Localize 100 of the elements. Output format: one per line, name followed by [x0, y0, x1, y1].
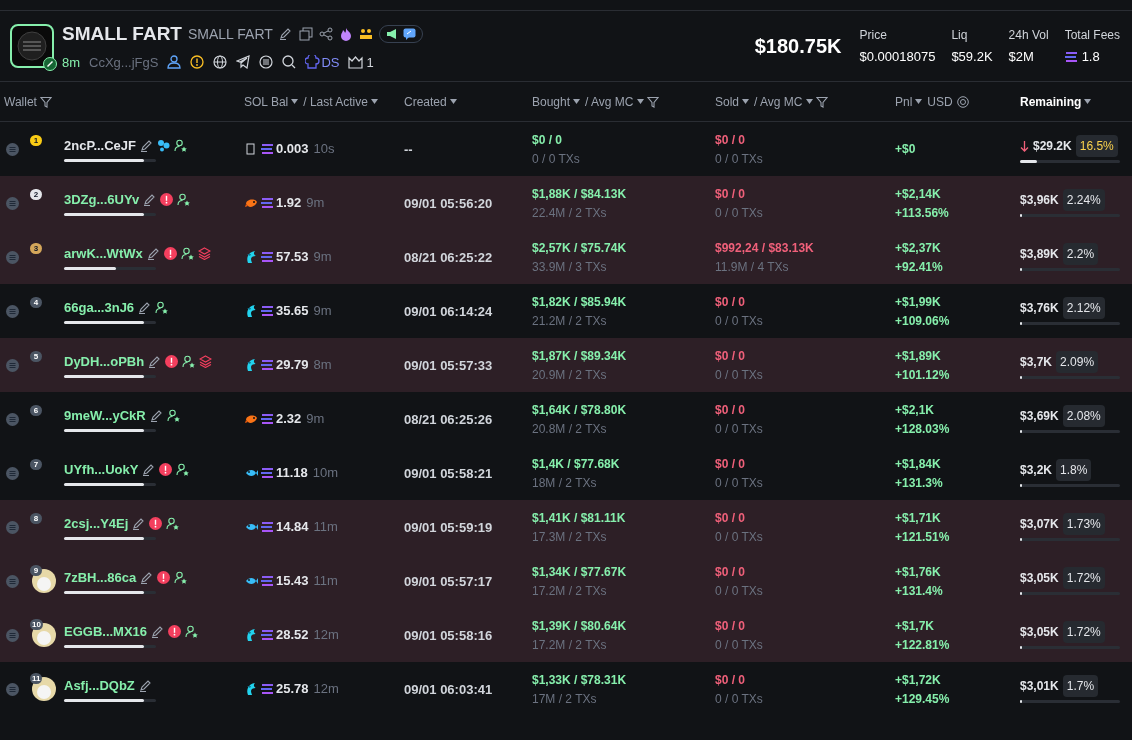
alert-icon[interactable] [160, 193, 174, 206]
copy-icon[interactable] [298, 27, 313, 42]
caret-icon [291, 99, 299, 104]
edit-icon[interactable] [146, 247, 160, 260]
column-subheader[interactable]: / Avg MC [754, 92, 803, 111]
table-row[interactable]: 8 2csj...Y4Ej 14.84 11m 09/01 05:59:19 $1,41K / $81.11K 17.3M / 2 TXs $0 / 0 0 / 0 TXs +$1,71K +121.51% $3,07K 1.73% [0, 500, 1132, 554]
user-star-icon[interactable] [174, 139, 188, 152]
user-star-icon[interactable] [176, 463, 190, 476]
wallet-address[interactable]: 9meW...yCkR [64, 405, 146, 426]
filter-icon[interactable] [646, 95, 659, 108]
chef-hat-icon[interactable] [305, 55, 321, 70]
edit-icon[interactable] [278, 27, 293, 42]
user-star-icon[interactable] [185, 625, 199, 638]
last-active: 9m [306, 410, 325, 429]
sol-balance: 1.92 [276, 194, 302, 213]
created-time: 08/21 06:25:26 [404, 412, 493, 427]
edit-icon[interactable] [148, 355, 162, 368]
table-row[interactable]: 5 DyDH...oPBh 29.79 8m 09/01 05:57:33 $1,87K / $89.34K 20.9M / 2 TXs $0 / 0 0 / 0 TXs +$1,89K +101.12% $3,7K 2.09% [0, 338, 1132, 392]
column-header[interactable]: Bought [532, 92, 571, 111]
wallet-address[interactable]: UYfh...UokY [64, 459, 139, 480]
sold-amount: $0 / 0 [715, 617, 747, 635]
table-row[interactable]: 9 7zBH...86ca 15.43 11m 09/01 05:57:17 $1,34K / $77.67K 17.2M / 2 TXs $0 / 0 0 / 0 TXs +$1,76K +131.4% $3,05K 1.72% [0, 554, 1132, 608]
column-header[interactable]: Created [404, 92, 447, 111]
wallet-address[interactable]: 7zBH...86ca [64, 567, 137, 588]
wallet-address[interactable]: 66ga...3nJ6 [64, 297, 135, 318]
sold-txs: 0 / 0 TXs [715, 204, 764, 222]
column-subheader[interactable]: USD [927, 92, 953, 111]
rank-badge: 6 [30, 405, 42, 416]
user-star-icon[interactable] [180, 247, 194, 260]
logo-drawing [16, 30, 48, 62]
edit-icon[interactable] [132, 517, 146, 530]
bought-txs: 20.8M / 2 TXs [532, 420, 608, 438]
alert-icon[interactable] [163, 247, 177, 260]
filter-icon[interactable] [815, 95, 828, 108]
user-star-icon[interactable] [182, 355, 196, 368]
edit-icon[interactable] [140, 571, 154, 584]
alert-icon[interactable] [159, 463, 173, 476]
column-header[interactable]: Wallet [4, 92, 37, 111]
people-icon[interactable] [358, 27, 373, 42]
user-icon[interactable] [167, 55, 182, 70]
solana-icon [261, 576, 273, 586]
telegram-icon[interactable] [236, 55, 251, 70]
alert-icon[interactable] [149, 517, 163, 530]
stat-value: 1.8 [1081, 47, 1100, 66]
bought-txs: 0 / 0 TXs [532, 150, 581, 168]
chat-icon [402, 28, 416, 41]
token-address[interactable]: CcXg...jFgS [89, 52, 159, 72]
solana-icon [261, 198, 273, 208]
edit-icon[interactable] [140, 139, 154, 152]
table-row[interactable]: 3 arwK...WtWx 57.53 9m 08/21 06:25:22 $2,57K / $75.74K 33.9M / 3 TXs $992,24 / $83.13K 11.9M / 4 TXs +$2,37K +92.41% $3,89K 2.2% [0, 230, 1132, 284]
alert-icon[interactable] [168, 625, 182, 638]
wallet-address[interactable]: 2ncP...CeJF [64, 135, 137, 156]
menu-icon[interactable] [259, 55, 274, 70]
column-header[interactable]: Pnl [895, 92, 913, 111]
rank-badge: 3 [30, 243, 42, 254]
user-star-icon[interactable] [166, 517, 180, 530]
wallet-address[interactable]: Asfj...DQbZ [64, 675, 135, 696]
sol-balance: 25.78 [276, 680, 309, 699]
wallet-address[interactable]: arwK...WtWx [64, 243, 143, 264]
warning-icon[interactable] [190, 55, 205, 70]
share-icon[interactable] [318, 27, 333, 42]
wallet-address[interactable]: DyDH...oPBh [64, 351, 145, 372]
flame-icon[interactable] [338, 27, 353, 42]
edit-icon[interactable] [149, 409, 163, 422]
token-symbol: SMALL FART [188, 24, 273, 44]
bought-amount: $1,33K / $78.31K [532, 671, 628, 689]
bought-amount: $1,41K / $81.11K [532, 509, 627, 527]
drops-icon[interactable] [157, 139, 171, 152]
edit-icon[interactable] [142, 463, 156, 476]
filter-icon[interactable] [39, 95, 52, 108]
crown-icon[interactable] [348, 55, 364, 70]
user-star-icon[interactable] [177, 193, 191, 206]
edit-icon[interactable] [143, 193, 157, 206]
edit-icon[interactable] [138, 301, 152, 314]
user-star-icon[interactable] [155, 301, 169, 314]
search-icon[interactable] [282, 55, 297, 70]
last-active: 8m [313, 356, 332, 375]
column-header[interactable]: Remaining [1020, 92, 1082, 111]
remaining-amount: $3,89K [1020, 246, 1059, 263]
layers-icon[interactable] [197, 247, 211, 260]
column-header[interactable]: Sold [715, 92, 740, 111]
solana-icon [261, 684, 273, 694]
alert-icon[interactable] [157, 571, 171, 584]
coin-icon[interactable] [956, 95, 969, 108]
user-star-icon[interactable] [166, 409, 180, 422]
user-star-icon[interactable] [174, 571, 188, 584]
edit-icon[interactable] [151, 625, 165, 638]
solana-icon [261, 360, 273, 370]
alert-icon[interactable] [165, 355, 179, 368]
globe-icon[interactable] [213, 55, 228, 70]
wallet-address[interactable]: 2csj...Y4Ej [64, 513, 129, 534]
column-subheader[interactable]: / Avg MC [585, 92, 634, 111]
column-subheader[interactable]: / Last Active [303, 92, 368, 111]
column-header[interactable]: SOL Bal [244, 92, 289, 111]
table-row[interactable]: 2 3DZg...6UYv 1.92 9m 09/01 05:56:20 $1,88K / $84.13K 22.4M / 2 TXs $0 / 0 0 / 0 TXs +$2,14K +113.56% $3,96K 2.24% [0, 176, 1132, 230]
wallet-address[interactable]: 3DZg...6UYv [64, 189, 140, 210]
layers-icon[interactable] [199, 355, 213, 368]
wallet-address[interactable]: EGGB...MX16 [64, 621, 148, 642]
edit-icon[interactable] [138, 679, 152, 692]
table-row[interactable]: 10 EGGB...MX16 28.52 12m 09/01 05:58:16 $1,39K / $80.64K 17.2M / 2 TXs $0 / 0 0 / 0 TXs +$1,7K +122.81% $3,05K 1.72% [0, 608, 1132, 662]
